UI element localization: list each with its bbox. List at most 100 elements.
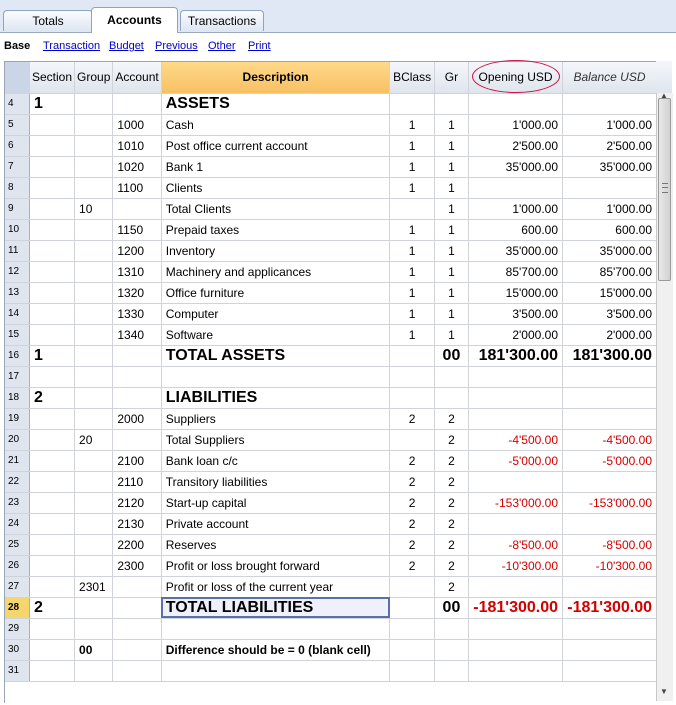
cell-account[interactable] xyxy=(112,345,162,367)
cell-account[interactable] xyxy=(112,93,162,115)
column-header-section[interactable]: Section xyxy=(29,62,76,94)
cell-group[interactable] xyxy=(74,135,114,157)
cell-group[interactable]: 00 xyxy=(74,639,114,661)
cell-opening[interactable] xyxy=(468,513,563,535)
cell-balance[interactable]: -5'000.00 xyxy=(562,450,657,472)
cell-description[interactable]: Inventory xyxy=(161,240,391,262)
cell-section[interactable] xyxy=(29,240,76,262)
cell-group[interactable] xyxy=(74,261,114,283)
cell-group[interactable] xyxy=(74,114,114,136)
cell-group[interactable] xyxy=(74,156,114,178)
cell-section[interactable] xyxy=(29,660,76,682)
row-number[interactable]: 11 xyxy=(5,240,30,262)
cell-section[interactable] xyxy=(29,156,76,178)
cell-account[interactable] xyxy=(112,660,162,682)
cell-balance[interactable]: 35'000.00 xyxy=(562,240,657,262)
cell-section[interactable]: 1 xyxy=(29,345,76,367)
row-number[interactable]: 14 xyxy=(5,303,30,325)
cell-account[interactable]: 2130 xyxy=(112,513,162,535)
cell-balance[interactable]: 1'000.00 xyxy=(562,114,657,136)
cell-group[interactable] xyxy=(74,408,114,430)
cell-description[interactable]: TOTAL LIABILITIES xyxy=(161,597,391,619)
row-number[interactable]: 6 xyxy=(5,135,30,157)
column-header-description[interactable]: Description xyxy=(161,62,391,94)
cell-opening[interactable]: -153'000.00 xyxy=(468,492,563,514)
cell-account[interactable] xyxy=(112,576,162,598)
cell-bclass[interactable] xyxy=(389,618,435,640)
cell-balance[interactable]: 600.00 xyxy=(562,219,657,241)
cell-group[interactable] xyxy=(74,660,114,682)
cell-gr[interactable]: 2 xyxy=(434,429,470,451)
cell-bclass[interactable]: 2 xyxy=(389,513,435,535)
cell-bclass[interactable]: 1 xyxy=(389,219,435,241)
cell-bclass[interactable] xyxy=(389,366,435,388)
cell-group[interactable] xyxy=(74,555,114,577)
row-number[interactable]: 10 xyxy=(5,219,30,241)
cell-gr[interactable]: 1 xyxy=(434,261,470,283)
cell-gr[interactable]: 1 xyxy=(434,177,470,199)
cell-gr[interactable]: 1 xyxy=(434,303,470,325)
cell-description[interactable] xyxy=(161,660,391,682)
cell-group[interactable] xyxy=(74,597,114,619)
cell-account[interactable]: 1340 xyxy=(112,324,162,346)
cell-gr[interactable] xyxy=(434,366,470,388)
cell-group[interactable] xyxy=(74,618,114,640)
cell-gr[interactable] xyxy=(434,93,470,115)
cell-gr[interactable] xyxy=(434,660,470,682)
cell-group[interactable] xyxy=(74,345,114,367)
cell-balance[interactable]: 85'700.00 xyxy=(562,261,657,283)
cell-balance[interactable] xyxy=(562,177,657,199)
cell-description[interactable]: Reserves xyxy=(161,534,391,556)
column-header-gr[interactable]: Gr xyxy=(434,62,470,94)
cell-bclass[interactable] xyxy=(389,660,435,682)
cell-opening[interactable]: 15'000.00 xyxy=(468,282,563,304)
cell-description[interactable]: Start-up capital xyxy=(161,492,391,514)
view-transaction[interactable]: Transaction xyxy=(43,40,100,52)
cell-section[interactable]: 2 xyxy=(29,387,76,409)
row-number[interactable]: 25 xyxy=(5,534,30,556)
cell-opening[interactable]: 181'300.00 xyxy=(468,345,563,367)
cell-balance[interactable]: 2'000.00 xyxy=(562,324,657,346)
cell-bclass[interactable] xyxy=(389,639,435,661)
cell-balance[interactable] xyxy=(562,576,657,598)
cell-balance[interactable]: -8'500.00 xyxy=(562,534,657,556)
cell-account[interactable]: 2300 xyxy=(112,555,162,577)
cell-gr[interactable]: 1 xyxy=(434,219,470,241)
cell-gr[interactable]: 1 xyxy=(434,114,470,136)
view-base[interactable]: Base xyxy=(4,40,30,52)
row-number[interactable]: 15 xyxy=(5,324,30,346)
view-previous[interactable]: Previous xyxy=(155,40,198,52)
cell-group[interactable]: 10 xyxy=(74,198,114,220)
row-number[interactable]: 18 xyxy=(5,387,30,409)
cell-description[interactable]: Machinery and applicances xyxy=(161,261,391,283)
cell-bclass[interactable]: 2 xyxy=(389,471,435,493)
row-number[interactable]: 5 xyxy=(5,114,30,136)
row-number[interactable]: 29 xyxy=(5,618,30,640)
row-number[interactable]: 7 xyxy=(5,156,30,178)
row-number[interactable]: 27 xyxy=(5,576,30,598)
cell-group[interactable] xyxy=(74,534,114,556)
tab-accounts[interactable]: Accounts xyxy=(91,7,178,33)
cell-opening[interactable]: 1'000.00 xyxy=(468,114,563,136)
cell-group[interactable] xyxy=(74,177,114,199)
cell-gr[interactable]: 00 xyxy=(434,597,470,619)
row-number[interactable]: 28 xyxy=(5,597,30,619)
cell-gr[interactable]: 2 xyxy=(434,576,470,598)
cell-opening[interactable]: -4'500.00 xyxy=(468,429,563,451)
cell-gr[interactable]: 1 xyxy=(434,324,470,346)
cell-group[interactable] xyxy=(74,366,114,388)
cell-account[interactable]: 2200 xyxy=(112,534,162,556)
cell-gr[interactable]: 1 xyxy=(434,198,470,220)
cell-account[interactable]: 1150 xyxy=(112,219,162,241)
scrollbar-thumb[interactable] xyxy=(658,98,671,281)
cell-bclass[interactable] xyxy=(389,93,435,115)
cell-section[interactable] xyxy=(29,429,76,451)
cell-gr[interactable]: 2 xyxy=(434,471,470,493)
cell-description[interactable]: Profit or loss of the current year xyxy=(161,576,391,598)
row-number[interactable]: 31 xyxy=(5,660,30,682)
cell-balance[interactable] xyxy=(562,513,657,535)
cell-opening[interactable]: -10'300.00 xyxy=(468,555,563,577)
cell-opening[interactable]: 2'500.00 xyxy=(468,135,563,157)
cell-section[interactable] xyxy=(29,450,76,472)
row-number[interactable]: 22 xyxy=(5,471,30,493)
